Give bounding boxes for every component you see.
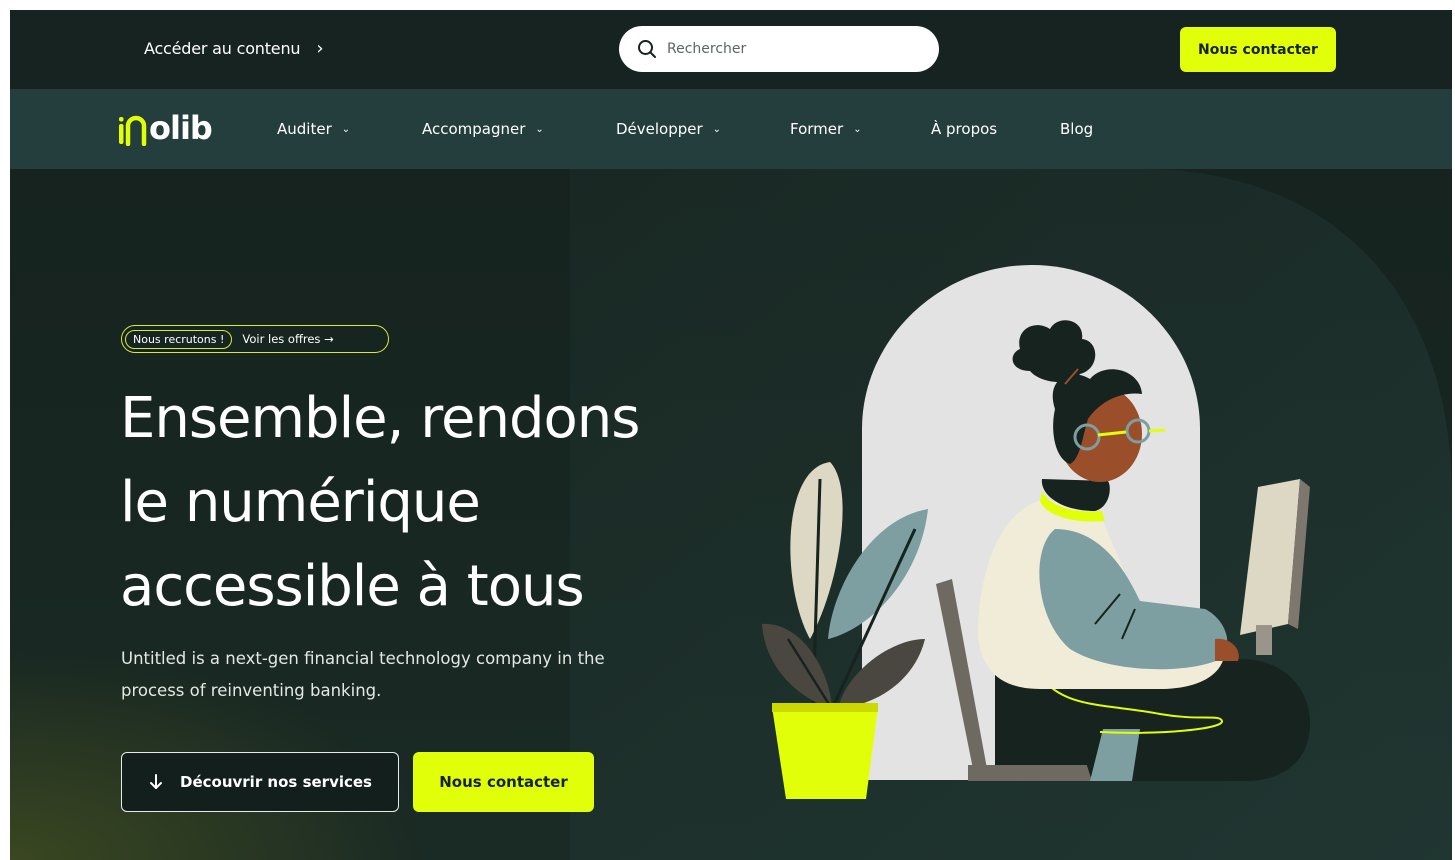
search-input[interactable] — [665, 40, 909, 58]
top-contact-button[interactable]: Nous contacter — [1180, 27, 1336, 72]
nav-item-label: Développer — [616, 120, 703, 138]
skip-link-label: Accéder au contenu — [144, 39, 301, 58]
hero-illustration — [762, 265, 1310, 799]
chevron-down-icon: ⌄ — [853, 123, 862, 135]
logo-wordmark: olib — [149, 109, 213, 147]
nav-item-developper[interactable]: Développer ⌄ — [616, 120, 721, 138]
skip-to-content-link[interactable]: Accéder au contenu › — [144, 38, 324, 59]
main-nav: olib Auditer ⌄ Accompagner ⌄ Développer … — [10, 89, 1452, 169]
nav-item-label: Blog — [1060, 120, 1094, 138]
hero-section: Nous recrutons ! Voir les offres → Ensem… — [10, 169, 1452, 860]
site-logo[interactable]: olib — [118, 109, 213, 147]
nav-item-blog[interactable]: Blog — [1060, 120, 1093, 138]
search-icon — [638, 40, 656, 58]
nav-item-label: Former — [790, 120, 844, 138]
nav-item-auditer[interactable]: Auditer ⌄ — [277, 120, 350, 138]
nav-item-label: À propos — [931, 120, 998, 138]
chevron-down-icon: ⌄ — [535, 123, 544, 135]
nav-item-label: Accompagner — [422, 120, 526, 138]
chevron-down-icon: ⌄ — [341, 123, 351, 135]
nav-item-accompagner[interactable]: Accompagner ⌄ — [422, 120, 544, 138]
top-bar: Accéder au contenu › Nous contacter — [10, 10, 1452, 89]
page-frame: Accéder au contenu › Nous contacter olib… — [10, 10, 1452, 860]
nav-item-a-propos[interactable]: À propos — [931, 120, 997, 138]
search-box[interactable] — [619, 26, 939, 72]
nav-item-label: Auditer — [277, 120, 332, 138]
chevron-right-icon: › — [316, 38, 324, 59]
logo-mark-icon — [119, 115, 147, 146]
nav-item-former[interactable]: Former ⌄ — [790, 120, 862, 138]
chevron-down-icon: ⌄ — [712, 123, 722, 135]
